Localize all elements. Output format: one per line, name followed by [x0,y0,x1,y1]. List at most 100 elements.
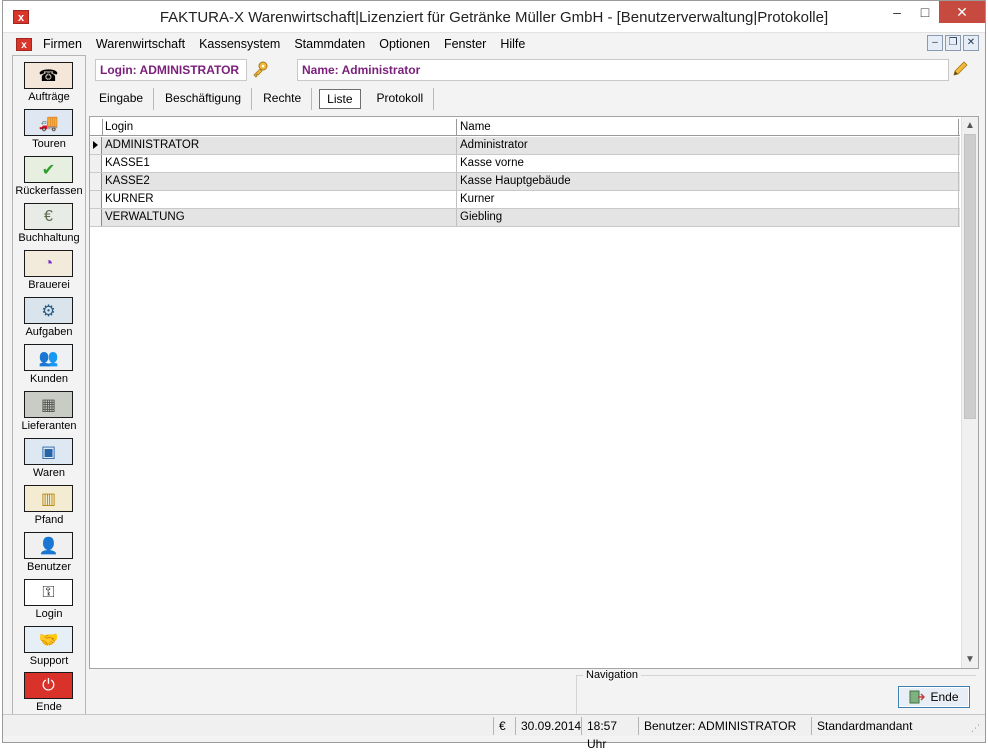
sidebar-item-lieferanten[interactable]: ▦ Lieferanten [13,387,85,434]
resize-grip-icon[interactable]: ⋰ [971,723,981,733]
row-indicator [90,173,102,190]
mdi-close-button[interactable]: ✕ [963,35,979,51]
sidebar-item-label: Lieferanten [21,420,77,432]
tab-bar: Eingabe Beschäftigung Rechte Liste Proto… [89,88,435,110]
sidebar-item-label: Kunden [30,373,68,385]
mdi-restore-button[interactable]: ❐ [945,35,961,51]
sidebar-item-support[interactable]: 🤝 Support [13,622,85,669]
name-display: Name: Administrator [297,59,949,81]
mdi-minimize-button[interactable]: – [927,35,943,51]
column-header-name[interactable]: Name [457,119,959,136]
sidebar-item-label: Brauerei [28,279,70,291]
deposit-crate-icon: ▥ [24,485,73,512]
cell-name[interactable]: Kasse Hauptgebäude [457,173,959,190]
tab-rechte[interactable]: Rechte [253,88,313,110]
cell-name[interactable]: Kurner [457,191,959,208]
sidebar-item-brauerei[interactable]: ◔ Brauerei [13,246,85,293]
login-display: Login: ADMINISTRATOR [95,59,247,81]
sidebar-item-waren[interactable]: ▣ Waren [13,434,85,481]
suppliers-icon: ▦ [24,391,73,418]
menu-optionen[interactable]: Optionen [372,34,437,54]
sidebar-item-ende[interactable]: ⏻ Ende [13,668,85,715]
power-icon: ⏻ [24,672,73,699]
sidebar-item-label: Waren [33,467,65,479]
table-row[interactable]: VERWALTUNG Giebling [90,209,960,227]
title-bar: x FAKTURA-X Warenwirtschaft|Lizenziert f… [3,1,985,33]
scroll-up-icon[interactable]: ▲ [962,117,978,134]
sidebar-item-label: Login [35,608,63,620]
status-bar: € 30.09.2014 18:57 Uhr Benutzer: ADMINIS… [3,714,985,751]
sidebar-item-aufgaben[interactable]: ⚙ Aufgaben [13,293,85,340]
menu-stammdaten[interactable]: Stammdaten [287,34,372,54]
sidebar-item-label: Aufträge [28,91,70,103]
cell-login[interactable]: KURNER [102,191,457,208]
scroll-down-icon[interactable]: ▼ [962,651,978,668]
ende-button-label: Ende [930,690,959,704]
window-controls: – □ ✕ [883,1,985,23]
main-content: Login: ADMINISTRATOR Name: Administrator… [89,55,979,715]
headset-agent-icon: ☎ [24,62,73,89]
goods-icon: ▣ [24,438,73,465]
menu-warenwirtschaft[interactable]: Warenwirtschaft [89,34,192,54]
tab-eingabe[interactable]: Eingabe [89,88,155,110]
current-row-indicator [90,137,102,154]
status-mandant: Standardmandant [811,717,971,735]
sidebar-item-label: Pfand [34,514,64,526]
table-row[interactable]: ADMINISTRATOR Administrator [90,137,960,155]
key-icon: ⚿ [24,579,73,606]
status-currency: € [493,717,515,735]
pencil-icon[interactable] [951,60,969,78]
sidebar-item-pfand[interactable]: ▥ Pfand [13,481,85,528]
sidebar-item-label: Ende [36,701,62,713]
menu-firmen[interactable]: Firmen [36,34,89,54]
sidebar-item-login[interactable]: ⚿ Login [13,575,85,622]
mdi-controls: – ❐ ✕ [927,35,979,51]
tab-liste[interactable]: Liste [319,89,361,109]
window-title: FAKTURA-X Warenwirtschaft|Lizenziert für… [159,9,829,26]
row-indicator [90,155,102,172]
mdi-window-icon[interactable]: x [16,37,32,51]
vertical-scrollbar[interactable]: ▲ ▼ [961,117,978,668]
truck-icon: 🚚 [24,109,73,136]
user-grid: Login Name ADMINISTRATOR Administrator K… [89,116,979,669]
sidebar-item-buchhaltung[interactable]: € Buchhaltung [13,199,85,246]
ende-button[interactable]: Ende [898,686,970,708]
menu-bar: x Firmen Warenwirtschaft Kassensystem St… [11,34,979,54]
scrollbar-thumb[interactable] [964,134,976,419]
truck-check-icon: ✔ [24,156,73,183]
table-row[interactable]: KASSE1 Kasse vorne [90,155,960,173]
status-user: Benutzer: ADMINISTRATOR [638,717,811,735]
user-icon: 👤 [24,532,73,559]
customers-icon: 👥 [24,344,73,371]
sidebar-item-label: Benutzer [26,561,72,573]
minimize-button[interactable]: – [883,1,911,23]
sidebar-item-label: Rückerfassen [15,185,83,197]
sidebar-item-rueckerfassen[interactable]: ✔ Rückerfassen [13,152,85,199]
tasks-icon: ⚙ [24,297,73,324]
sidebar-item-touren[interactable]: 🚚 Touren [13,105,85,152]
sidebar-item-label: Buchhaltung [18,232,80,244]
tab-beschaeftigung[interactable]: Beschäftigung [155,88,253,110]
cell-login[interactable]: KASSE2 [102,173,457,190]
sidebar-item-benutzer[interactable]: 👤 Benutzer [13,528,85,575]
cell-login[interactable]: KASSE1 [102,155,457,172]
menu-hilfe[interactable]: Hilfe [493,34,532,54]
maximize-button[interactable]: □ [911,1,939,23]
menu-kassensystem[interactable]: Kassensystem [192,34,287,54]
cell-name[interactable]: Kasse vorne [457,155,959,172]
sidebar-item-auftraege[interactable]: ☎ Aufträge [13,58,85,105]
menu-fenster[interactable]: Fenster [437,34,493,54]
sidebar-item-kunden[interactable]: 👥 Kunden [13,340,85,387]
table-row[interactable]: KURNER Kurner [90,191,960,209]
cell-login[interactable]: VERWALTUNG [102,209,457,226]
column-header-login[interactable]: Login [102,119,457,136]
cell-name[interactable]: Giebling [457,209,959,226]
cell-login[interactable]: ADMINISTRATOR [102,137,457,154]
sidebar: ☎ Aufträge 🚚 Touren ✔ Rückerfassen € Buc… [12,55,86,715]
table-row[interactable]: KASSE2 Kasse Hauptgebäude [90,173,960,191]
cell-name[interactable]: Administrator [457,137,959,154]
close-button[interactable]: ✕ [939,1,985,23]
key-icon[interactable] [251,60,269,78]
navigation-group: Navigation Ende [576,669,976,715]
tab-protokoll[interactable]: Protokoll [367,88,435,110]
